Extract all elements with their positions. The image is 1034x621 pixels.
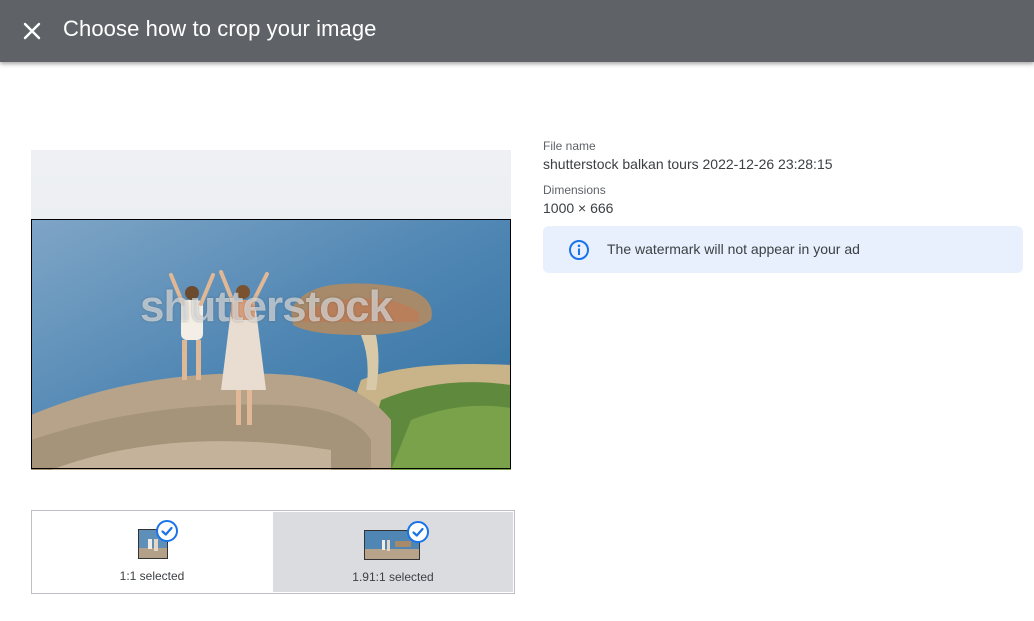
watermark-notice: The watermark will not appear in your ad bbox=[543, 226, 1023, 273]
notice-text: The watermark will not appear in your ad bbox=[607, 241, 860, 257]
close-button[interactable] bbox=[18, 17, 46, 45]
checkmark-icon bbox=[407, 521, 429, 543]
checkmark-icon bbox=[156, 520, 178, 542]
dimensions-value: 1000 × 666 bbox=[543, 200, 614, 216]
dialog-header: Choose how to crop your image bbox=[0, 0, 1034, 62]
dimensions-label: Dimensions bbox=[543, 183, 606, 197]
crop-frame[interactable]: shutterstock bbox=[31, 219, 511, 469]
ratio-label-1-1: 1:1 selected bbox=[119, 569, 185, 583]
dialog-title: Choose how to crop your image bbox=[63, 16, 377, 41]
watermark-text: shutterstock bbox=[140, 282, 393, 331]
ratio-label-1-91-1: 1.91:1 selected bbox=[352, 570, 434, 584]
ratio-option-1-91-1[interactable]: 1.91:1 selected bbox=[273, 512, 513, 592]
info-icon bbox=[569, 240, 589, 260]
file-name-value: shutterstock balkan tours 2022-12-26 23:… bbox=[543, 156, 833, 172]
close-icon bbox=[23, 22, 41, 40]
ratio-option-1-1[interactable]: 1:1 selected bbox=[32, 511, 272, 593]
aspect-ratio-selector: 1:1 selected 1.91:1 selected bbox=[31, 510, 515, 594]
file-name-label: File name bbox=[543, 139, 596, 153]
